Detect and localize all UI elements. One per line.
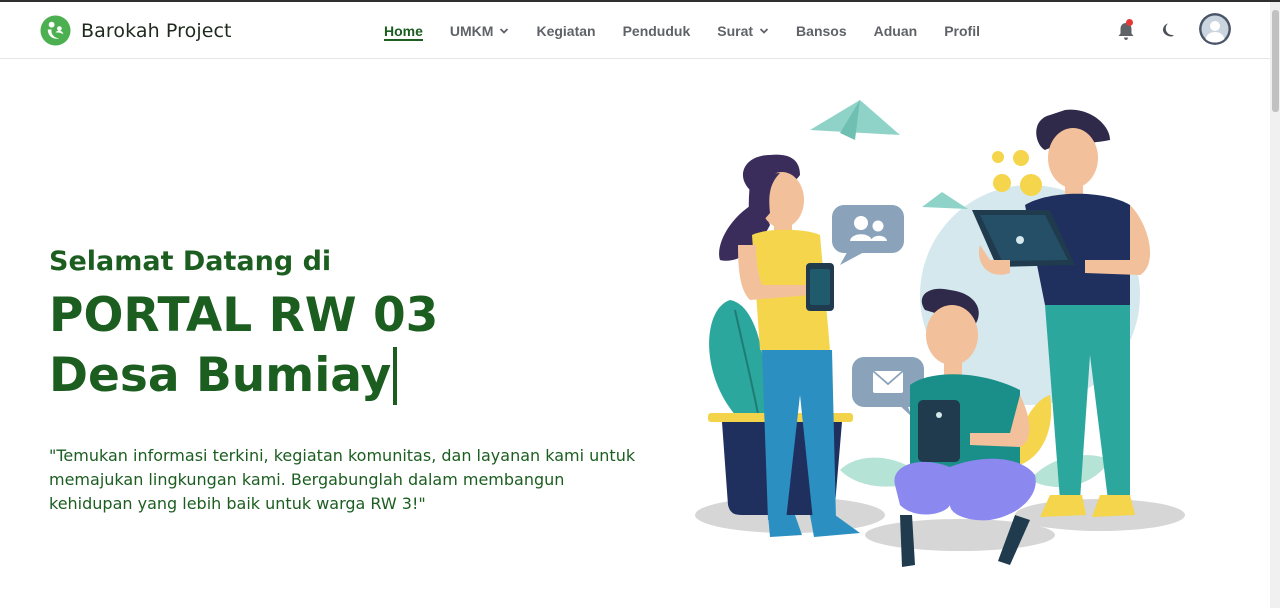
hero-title-line2-text: Desa Bumiay [49,348,392,403]
nav-item-label: Aduan [873,22,918,39]
typing-cursor [393,347,398,405]
avatar[interactable] [1199,13,1231,45]
nav-item-label: Bansos [796,22,847,39]
nav-item-aduan[interactable]: Aduan [874,2,918,59]
chevron-down-icon [500,27,509,34]
nav-item-bansos[interactable]: Bansos [796,2,847,59]
hero-welcome: Selamat Datang di [49,246,332,277]
hero-section: Selamat Datang di PORTAL RW 03 Desa Bumi… [49,240,649,516]
navbar: Barokah Project Home UMKM Kegiatan Pendu… [0,2,1270,59]
moon-icon[interactable] [1159,21,1177,39]
community-illustration [695,100,1185,567]
nav-item-label: Kegiatan [536,22,596,39]
family-leaf-logo-icon [40,15,71,46]
nav-item-home[interactable]: Home [384,2,423,59]
nav-item-label: Profil [944,22,980,39]
chevron-down-icon [759,27,769,34]
main-nav: Home UMKM Kegiatan Penduduk Surat Bansos… [384,2,1007,59]
hero-description: "Temukan informasi terkini, kegiatan kom… [49,446,636,513]
nav-item-surat[interactable]: Surat [717,2,769,59]
nav-item-label: Penduduk [622,22,691,39]
brand[interactable]: Barokah Project [40,15,232,46]
nav-item-label: Home [384,22,423,39]
nav-item-label: UMKM [449,22,494,39]
nav-item-label: Surat [717,22,754,39]
notification-dot [1126,19,1133,26]
hero-title-line2: Desa Bumiay [49,346,649,406]
user-avatar-icon [1199,13,1231,45]
nav-item-profil[interactable]: Profil [944,2,980,59]
nav-item-penduduk[interactable]: Penduduk [623,2,691,59]
nav-item-kegiatan[interactable]: Kegiatan [536,2,595,59]
scrollbar-thumb[interactable] [1272,10,1279,112]
nav-item-umkm[interactable]: UMKM [450,2,510,59]
brand-name: Barokah Project [81,19,232,42]
hero-title-line1: PORTAL RW 03 [49,288,439,343]
